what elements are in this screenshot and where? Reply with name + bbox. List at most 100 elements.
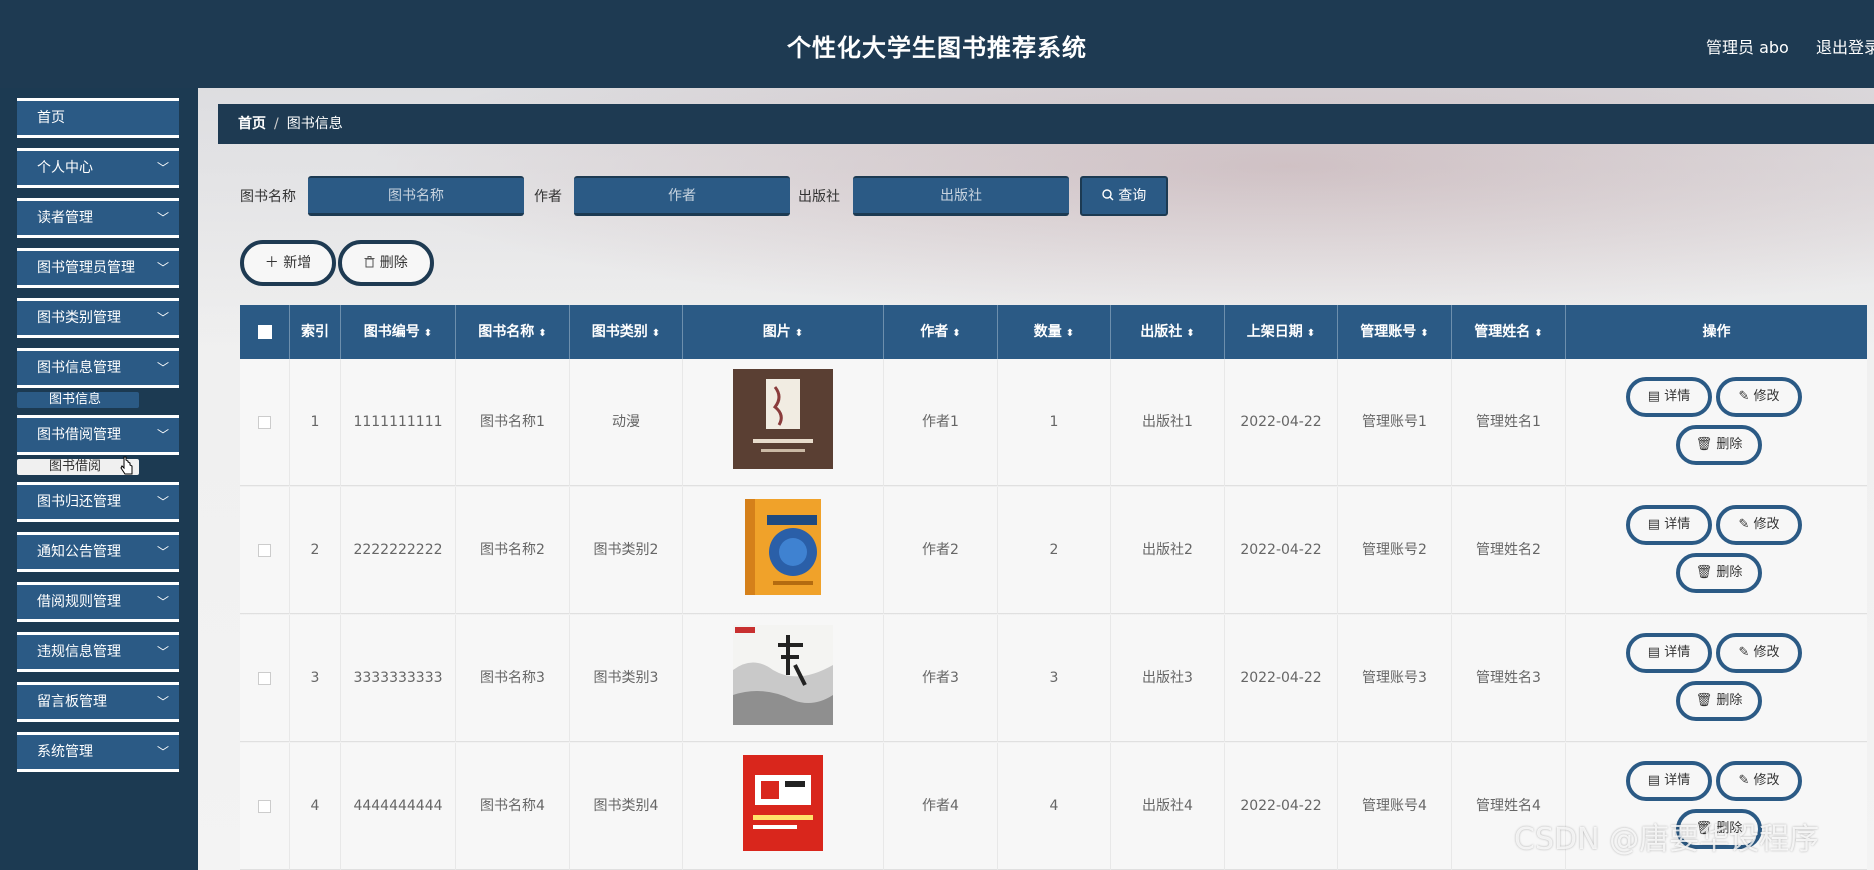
column-header-publisher[interactable]: 出版社 ⬍ — [1111, 305, 1225, 359]
sidebar-item-readers[interactable]: 读者管理 ﹀ — [17, 198, 179, 238]
row-select-cell — [240, 487, 290, 614]
row-checkbox[interactable] — [258, 543, 271, 557]
sidebar-item-notices[interactable]: 通知公告管理 ﹀ — [17, 532, 179, 572]
sidebar-item-label: 图书类别管理 — [37, 310, 121, 326]
sidebar-item-label: 图书管理员管理 — [37, 260, 135, 276]
column-header-account[interactable]: 管理账号 ⬍ — [1338, 305, 1452, 359]
document-icon: ▤ — [1647, 645, 1661, 660]
column-header-quantity[interactable]: 数量 ⬍ — [998, 305, 1111, 359]
column-header-index: 索引 — [290, 305, 341, 359]
author-input[interactable] — [574, 176, 790, 216]
cell-quantity: 2 — [998, 487, 1111, 614]
chevron-down-icon: ﹀ — [156, 745, 169, 759]
select-all-cell — [240, 305, 290, 359]
sort-icon: ⬍ — [952, 328, 961, 339]
delete-button[interactable]: 🗑 删除 — [1676, 681, 1762, 721]
pencil-icon: ✎ — [1738, 773, 1750, 788]
sidebar-item-returns[interactable]: 图书归还管理 ﹀ — [17, 482, 179, 522]
cell-quantity: 1 — [998, 359, 1111, 486]
sort-icon: ⬍ — [1420, 328, 1429, 339]
chevron-down-icon: ﹀ — [156, 161, 169, 175]
cell-manager: 管理姓名1 — [1452, 359, 1566, 486]
column-header-category[interactable]: 图书类别 ⬍ — [570, 305, 683, 359]
sidebar-item-label: 个人中心 — [37, 160, 93, 176]
cell-manager: 管理姓名3 — [1452, 615, 1566, 742]
cell-quantity: 4 — [998, 743, 1111, 870]
row-checkbox[interactable] — [258, 415, 271, 429]
row-checkbox[interactable] — [258, 671, 271, 685]
book-name-input[interactable] — [308, 176, 524, 216]
book-name-label: 图书名称 — [240, 189, 296, 205]
select-all-checkbox[interactable] — [257, 325, 272, 339]
sidebar-item-librarians[interactable]: 图书管理员管理 ﹀ — [17, 248, 179, 288]
column-header-author[interactable]: 作者 ⬍ — [884, 305, 998, 359]
trash-icon — [364, 256, 375, 268]
row-select-cell — [240, 743, 290, 870]
cell-name: 图书名称3 — [456, 615, 570, 742]
edit-button[interactable]: ✎ 修改 — [1716, 377, 1802, 417]
sidebar-item-borrowing[interactable]: 图书借阅管理 ﹀ — [17, 415, 179, 455]
cell-account: 管理账号2 — [1338, 487, 1452, 614]
sort-icon: ⬍ — [1534, 328, 1543, 339]
add-button[interactable]: ＋ 新增 — [240, 240, 336, 286]
chevron-down-icon: ﹀ — [156, 595, 169, 609]
cell-manager: 管理姓名2 — [1452, 487, 1566, 614]
sidebar-item-home[interactable]: 首页 — [17, 98, 179, 138]
delete-button[interactable]: 🗑 删除 — [1676, 553, 1762, 593]
publisher-input[interactable] — [853, 176, 1069, 216]
cell-actions: ▤ 详情 ✎ 修改 🗑 删除 — [1566, 359, 1867, 486]
sidebar-item-label: 首页 — [37, 110, 65, 126]
logout-link[interactable]: 退出登录 — [1816, 34, 1874, 58]
sidebar-item-system[interactable]: 系统管理 ﹀ — [17, 732, 179, 772]
author-label: 作者 — [534, 189, 562, 205]
top-header: 个性化大学生图书推荐系统 管理员 abo 退出登录 — [0, 0, 1874, 88]
sidebar-item-book-info[interactable]: 图书信息管理 ﹀ — [17, 348, 179, 388]
batch-delete-label: 删除 — [379, 255, 408, 271]
row-select-cell — [240, 359, 290, 486]
sort-icon: ⬍ — [423, 328, 433, 339]
column-header-actions: 操作 — [1702, 324, 1731, 340]
edit-button[interactable]: ✎ 修改 — [1716, 633, 1802, 673]
query-button[interactable]: 查询 — [1080, 176, 1168, 216]
edit-button[interactable]: ✎ 修改 — [1716, 505, 1802, 545]
column-header-code[interactable]: 图书编号 ⬍ — [341, 305, 456, 359]
detail-button[interactable]: ▤ 详情 — [1626, 505, 1712, 545]
chevron-down-icon: ﹀ — [156, 261, 169, 275]
column-header-image[interactable]: 图片 ⬍ — [683, 305, 884, 359]
cell-code: 3333333333 — [341, 615, 456, 742]
document-icon: ▤ — [1647, 389, 1661, 404]
pencil-icon: ✎ — [1738, 517, 1750, 532]
cell-category: 图书类别2 — [570, 487, 683, 614]
cell-publisher: 出版社1 — [1111, 359, 1225, 486]
column-header-name[interactable]: 图书名称 ⬍ — [456, 305, 570, 359]
cell-date: 2022-04-22 — [1225, 487, 1338, 614]
cell-image — [683, 487, 884, 614]
sidebar-item-label: 通知公告管理 — [37, 544, 121, 560]
row-checkbox[interactable] — [258, 799, 271, 813]
sidebar-subitem-book-info[interactable]: 图书信息 — [17, 392, 139, 408]
batch-delete-button[interactable]: 删除 — [338, 240, 434, 286]
detail-button[interactable]: ▤ 详情 — [1626, 633, 1712, 673]
cell-code: 1111111111 — [341, 359, 456, 486]
cell-name: 图书名称1 — [456, 359, 570, 486]
sidebar-item-violations[interactable]: 违规信息管理 ﹀ — [17, 632, 179, 672]
sort-icon: ⬍ — [538, 328, 547, 339]
sidebar-item-profile[interactable]: 个人中心 ﹀ — [17, 148, 179, 188]
edit-button[interactable]: ✎ 修改 — [1716, 761, 1802, 801]
delete-button[interactable]: 🗑 删除 — [1676, 425, 1762, 465]
table-header: 索引 图书编号 ⬍ 图书名称 ⬍ 图书类别 ⬍ 图片 ⬍ 作者 ⬍ 数量 ⬍ 出版社 ⬍ 上架… — [240, 305, 1867, 359]
detail-button[interactable]: ▤ 详情 — [1626, 761, 1712, 801]
sidebar-item-borrow-rules[interactable]: 借阅规则管理 ﹀ — [17, 582, 179, 622]
cell-publisher: 出版社3 — [1111, 615, 1225, 742]
cell-account: 管理账号3 — [1338, 615, 1452, 742]
column-header-manager[interactable]: 管理姓名 ⬍ — [1452, 305, 1566, 359]
chevron-down-icon: ﹀ — [156, 695, 169, 709]
breadcrumb-home[interactable]: 首页 — [238, 116, 266, 132]
column-header-date[interactable]: 上架日期 ⬍ — [1225, 305, 1338, 359]
detail-button[interactable]: ▤ 详情 — [1626, 377, 1712, 417]
sidebar-item-message-board[interactable]: 留言板管理 ﹀ — [17, 682, 179, 722]
publisher-label: 出版社 — [798, 189, 840, 205]
app-title: 个性化大学生图书推荐系统 — [787, 34, 1087, 62]
sidebar-item-book-categories[interactable]: 图书类别管理 ﹀ — [17, 298, 179, 338]
cell-account: 管理账号1 — [1338, 359, 1452, 486]
